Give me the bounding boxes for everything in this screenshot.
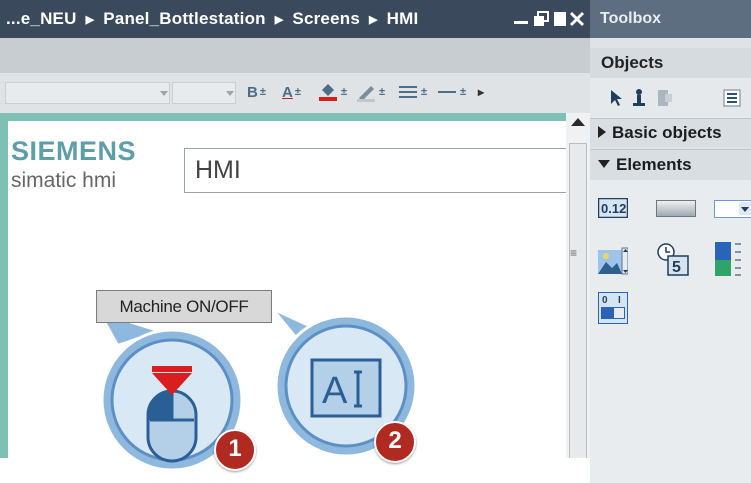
- close-icon[interactable]: [569, 11, 585, 27]
- breadcrumb-item[interactable]: Screens: [292, 9, 360, 28]
- maximize-icon[interactable]: [553, 11, 567, 27]
- fill-color-icon[interactable]: [317, 82, 339, 108]
- toolbox-header: Toolbox ▶: [590, 0, 751, 38]
- callout-badge-2: 2: [374, 421, 416, 463]
- dropdown-icon: ±: [460, 86, 467, 98]
- vertical-scrollbar[interactable]: ≡: [566, 113, 590, 466]
- objects-header-label: Objects: [601, 53, 664, 72]
- font-family-combo[interactable]: [5, 82, 170, 104]
- minimize-icon[interactable]: [513, 14, 529, 26]
- elements-label: Elements: [616, 155, 692, 174]
- graphic-io-field-icon[interactable]: [598, 246, 628, 276]
- machine-on-off-button[interactable]: Machine ON/OFF: [96, 290, 272, 323]
- bar-icon[interactable]: [715, 242, 751, 276]
- breadcrumb-item[interactable]: ...e_NEU: [6, 9, 77, 28]
- toolbar-overflow-icon[interactable]: ▸: [478, 79, 484, 105]
- breadcrumb-item[interactable]: Panel_Bottlestation: [103, 9, 266, 28]
- format-painter-icon[interactable]: [656, 88, 674, 108]
- text-align-icon[interactable]: [397, 82, 419, 108]
- io-field-icon[interactable]: 0.12: [598, 198, 628, 218]
- breadcrumb-separator-icon: ▶: [85, 14, 95, 26]
- elements-section[interactable]: Elements: [590, 149, 751, 180]
- svg-text:0: 0: [602, 295, 608, 306]
- breadcrumb-item[interactable]: HMI: [387, 9, 419, 28]
- breadcrumb-separator-icon: ▶: [274, 14, 284, 26]
- editor-titlebar: ...e_NEU ▶ Panel_Bottlestation ▶ Screens ▶ HMI: [0, 0, 590, 38]
- screen-title-field[interactable]: HMI: [184, 148, 574, 193]
- dropdown-icon: ±: [341, 86, 348, 98]
- collapse-arrow-icon: [598, 160, 610, 168]
- basic-objects-section[interactable]: Basic objects: [590, 118, 751, 147]
- date-time-field-icon[interactable]: 5: [656, 242, 690, 276]
- objects-toolbar: [590, 78, 751, 118]
- basic-objects-label: Basic objects: [612, 123, 722, 142]
- breadcrumb-separator-icon: ▶: [368, 14, 378, 26]
- font-size-combo[interactable]: [172, 82, 236, 104]
- text-field-icon: A: [310, 358, 382, 418]
- line-style-dropdown[interactable]: ±: [458, 79, 466, 105]
- editor-secondary-bar: [0, 38, 590, 73]
- simatic-hmi-subtitle: simatic hmi: [11, 169, 117, 192]
- clock-digit: 5: [672, 259, 681, 276]
- breadcrumb: ...e_NEU ▶ Panel_Bottlestation ▶ Screens ▶ HMI: [6, 0, 418, 39]
- switch-icon[interactable]: 0I: [598, 292, 628, 324]
- svg-text:I: I: [618, 295, 621, 306]
- dropdown-icon: ±: [294, 86, 301, 98]
- svg-text:A: A: [322, 370, 348, 412]
- button-icon[interactable]: [656, 200, 696, 217]
- scroll-grip-icon: ≡: [570, 246, 578, 260]
- rotate-icon[interactable]: [631, 88, 647, 108]
- text-align-dropdown[interactable]: ±: [419, 79, 427, 105]
- toolbox-title: Toolbox: [600, 10, 662, 27]
- siemens-logo: SIEMENS: [11, 136, 137, 166]
- dropdown-icon: ±: [259, 86, 266, 98]
- list-view-icon[interactable]: [723, 88, 741, 108]
- pointer-icon[interactable]: [609, 89, 623, 107]
- expand-arrow-icon: [598, 126, 606, 138]
- bold-label: B: [247, 84, 258, 101]
- scroll-up-icon[interactable]: [571, 118, 585, 126]
- bold-button[interactable]: B ±: [247, 79, 266, 105]
- line-color-icon[interactable]: [355, 82, 377, 108]
- objects-header: Objects: [590, 48, 751, 78]
- font-color-button[interactable]: A ±: [282, 79, 301, 105]
- line-color-dropdown[interactable]: ±: [377, 79, 385, 105]
- format-toolbar: B ± A ± ± ± ± ± ▸: [0, 73, 590, 113]
- line-style-icon[interactable]: [436, 82, 458, 108]
- symbolic-io-field-icon[interactable]: [714, 200, 751, 218]
- font-color-label: A: [282, 84, 293, 101]
- dropdown-icon: ±: [379, 86, 386, 98]
- scrollbar-thumb[interactable]: [569, 143, 587, 466]
- fill-color-dropdown[interactable]: ±: [339, 79, 347, 105]
- restore-icon[interactable]: [533, 11, 549, 27]
- elements-pane: 0.12 5 0I: [590, 180, 751, 483]
- io-field-label: 0.12: [601, 201, 626, 216]
- dropdown-icon: ±: [421, 86, 428, 98]
